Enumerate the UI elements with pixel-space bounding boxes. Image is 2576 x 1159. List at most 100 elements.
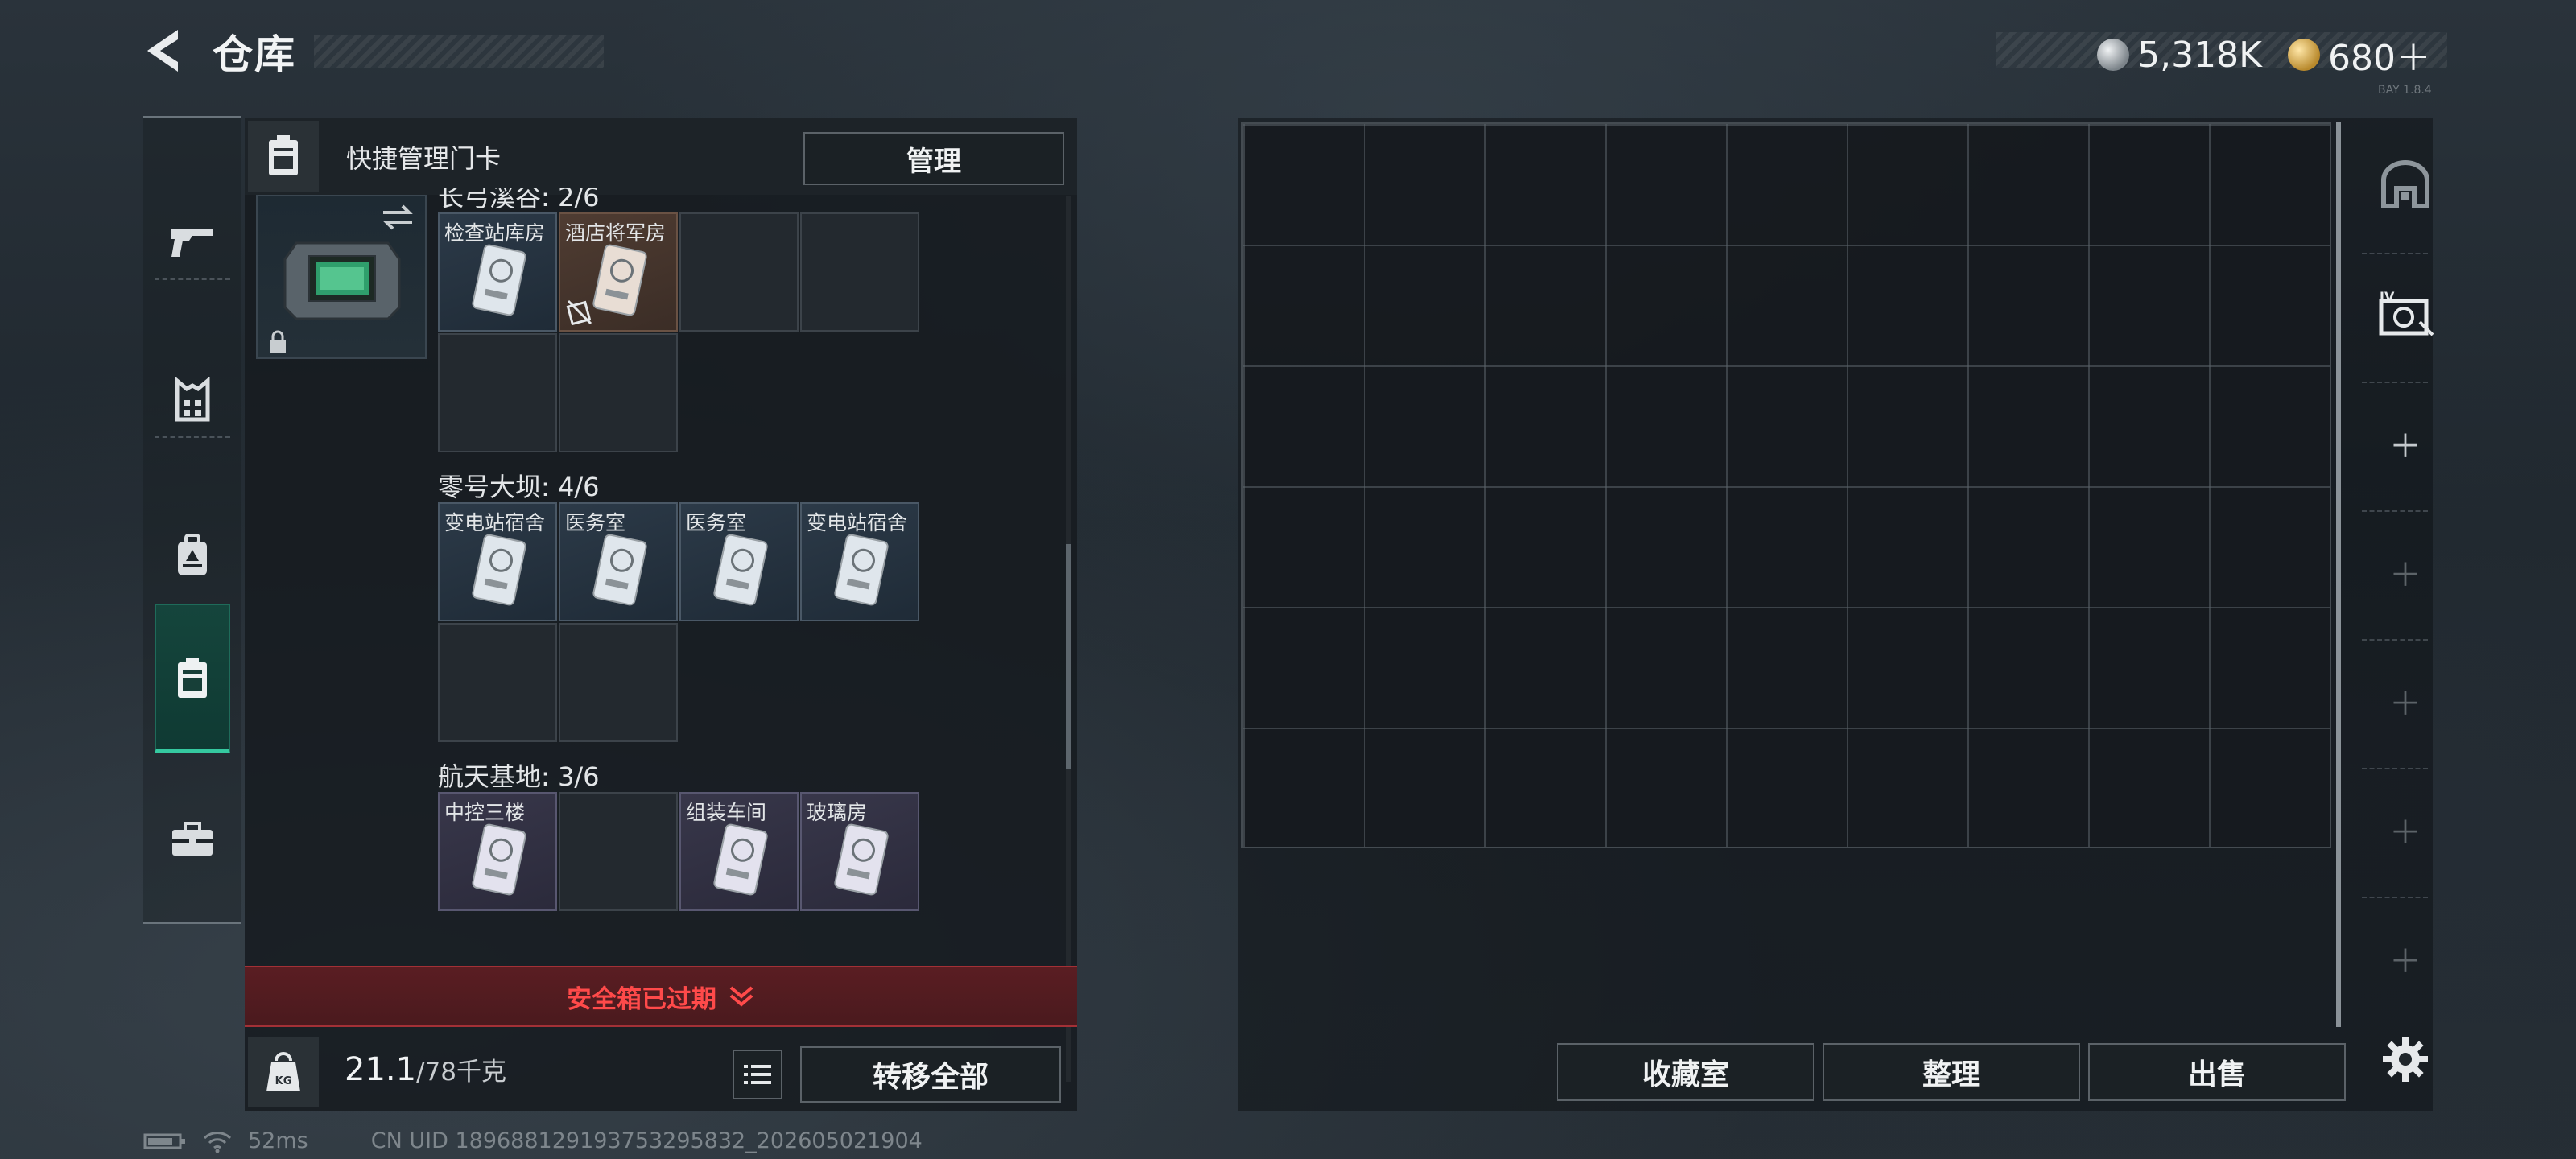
keycard-label: 酒店将军房 <box>565 221 667 245</box>
keycard-icon <box>472 244 526 316</box>
keycard-icon <box>713 534 768 606</box>
keycard-label: 医务室 <box>565 511 626 534</box>
uid-text: CN UID 18968812919375329583​2_2026050219… <box>370 1128 923 1153</box>
keycard-holder-icon <box>248 121 319 192</box>
sidebar-item-armor[interactable] <box>143 324 242 476</box>
settings-button[interactable] <box>2365 1019 2446 1099</box>
status-bar: 52ms CN UID 18968812919375329583​2_20260… <box>143 1128 923 1153</box>
collection-room-button[interactable]: 收藏室 <box>1557 1043 1814 1101</box>
selected-keycard-slot[interactable] <box>256 195 427 359</box>
keycard-group-title: 零号大坝: 4/6 <box>438 472 600 502</box>
currency-silver-value: 5,318K <box>2137 34 2263 76</box>
sidebar-item-weapons[interactable] <box>143 166 242 319</box>
keycard-slot[interactable]: 变电站宿舍 <box>438 502 557 621</box>
keycard-icon <box>834 823 889 896</box>
keycard-icon <box>472 534 526 606</box>
category-sidebar <box>143 116 242 924</box>
keycard-group-title: 长弓溪谷: 2/6 <box>438 188 600 212</box>
tab-add-3[interactable]: ＋ <box>2365 641 2446 761</box>
tab-keycard-case[interactable]: IV <box>2365 254 2446 375</box>
keycard-icon <box>713 823 768 896</box>
keycard-slot[interactable]: 玻璃房 <box>800 792 919 911</box>
keycard-slot[interactable]: 检查站库房 <box>438 212 557 332</box>
ping-text: 52ms <box>248 1128 308 1153</box>
safe-box-expired-banner[interactable]: 安全箱已过期 <box>245 966 1077 1027</box>
panel-footer: KG 21.1/78千克 转移全部 <box>245 1030 1077 1111</box>
keycard-slot[interactable]: 中控三楼 <box>438 792 557 911</box>
briefcase-icon <box>172 822 213 856</box>
manage-button[interactable]: 管理 <box>803 132 1064 185</box>
back-button[interactable] <box>138 26 188 76</box>
empty-keycard-slot[interactable] <box>559 623 678 742</box>
add-icon: ＋ <box>2389 557 2421 594</box>
chevron-down-icon <box>729 986 753 1007</box>
panel-header: 快捷管理门卡 管理 <box>245 118 1077 195</box>
wifi-icon <box>203 1131 232 1153</box>
coin-silver-icon <box>2097 39 2130 71</box>
page-title: 仓库 <box>213 31 296 78</box>
keycard-slot[interactable]: 酒店将军房 <box>559 212 678 332</box>
vault-icon <box>2381 160 2429 208</box>
armor-vest-icon <box>175 377 210 422</box>
transfer-all-button[interactable]: 转移全部 <box>800 1046 1061 1103</box>
keycard-slot[interactable]: 组装车间 <box>679 792 799 911</box>
add-icon: ＋ <box>2389 943 2421 980</box>
swap-icon[interactable] <box>380 201 415 233</box>
sort-button[interactable]: 整理 <box>1823 1043 2080 1101</box>
keycard-panel: 快捷管理门卡 管理 长弓溪谷: 2/6 检查站库房 酒店将军房零号大坝: 4/6 变电… <box>245 118 1077 1111</box>
expired-label: 安全箱已过期 <box>567 984 716 1014</box>
weight-current: 21.1 <box>345 1051 417 1088</box>
expired-card-icon <box>566 299 592 326</box>
keycard-label: 检查站库房 <box>444 221 546 245</box>
empty-keycard-slot[interactable] <box>559 333 678 452</box>
keycard-label: 组装车间 <box>686 801 767 824</box>
panel-title: 快捷管理门卡 <box>346 143 502 174</box>
empty-keycard-slot[interactable] <box>679 212 799 332</box>
currency-gold[interactable]: 680＋ <box>2288 29 2431 80</box>
sidebar-item-supplies[interactable] <box>143 763 242 916</box>
keycard-slot[interactable]: 变电站宿舍 <box>800 502 919 621</box>
keycard-label: 变电站宿舍 <box>444 511 546 534</box>
tab-add-1[interactable]: ＋ <box>2365 383 2446 504</box>
list-view-button[interactable] <box>733 1050 782 1099</box>
keycard-icon <box>834 534 889 606</box>
tab-add-2[interactable]: ＋ <box>2365 512 2446 633</box>
keycard-icon <box>592 244 647 316</box>
storage-scrollbar[interactable] <box>2336 122 2341 1027</box>
storage-grid[interactable] <box>1241 122 2331 848</box>
empty-keycard-slot[interactable] <box>438 623 557 742</box>
weight-display: 21.1/78千克 <box>345 1051 506 1088</box>
keycard-icon <box>472 823 526 896</box>
backpack-icon <box>178 534 207 575</box>
card-scrollbar-thumb[interactable] <box>1066 544 1071 769</box>
tab-vault[interactable] <box>2365 124 2446 245</box>
sell-button[interactable]: 出售 <box>2088 1043 2346 1101</box>
empty-keycard-slot[interactable] <box>800 212 919 332</box>
keycard-label: 玻璃房 <box>807 801 868 824</box>
keycard-label: 医务室 <box>686 511 747 534</box>
storage-panel: IV ＋ ＋ ＋ ＋ ＋ 收藏室 整理 出售 <box>1238 118 2434 1111</box>
weight-icon: KG <box>248 1037 319 1107</box>
keycard-slot[interactable]: 医务室 <box>559 502 678 621</box>
keycard-group-title: 航天基地: 3/6 <box>438 761 600 792</box>
lock-icon <box>270 330 286 353</box>
title-decoration <box>314 35 604 68</box>
empty-keycard-slot[interactable] <box>438 333 557 452</box>
tab-add-4[interactable]: ＋ <box>2365 769 2446 890</box>
keycard-slot[interactable]: 医务室 <box>679 502 799 621</box>
empty-keycard-slot[interactable] <box>559 792 678 911</box>
coin-gold-icon <box>2288 39 2321 71</box>
add-icon: ＋ <box>2389 815 2421 852</box>
back-arrow-icon <box>147 30 178 72</box>
keycard-case-image <box>283 241 401 320</box>
gear-icon <box>2383 1037 2428 1082</box>
keycard-case-icon: IV <box>2379 290 2434 336</box>
sidebar-item-keycards[interactable] <box>143 602 242 755</box>
weight-max: /78千克 <box>416 1058 506 1087</box>
tab-add-5[interactable]: ＋ <box>2365 898 2446 1019</box>
currency-silver[interactable]: 5,318K <box>2097 29 2262 80</box>
svg-text:KG: KG <box>275 1075 292 1087</box>
currency-gold-value: 680＋ <box>2328 38 2431 79</box>
version-text: BAY 1.8.4 <box>2378 84 2432 97</box>
svg-text:IV: IV <box>2380 290 2395 304</box>
